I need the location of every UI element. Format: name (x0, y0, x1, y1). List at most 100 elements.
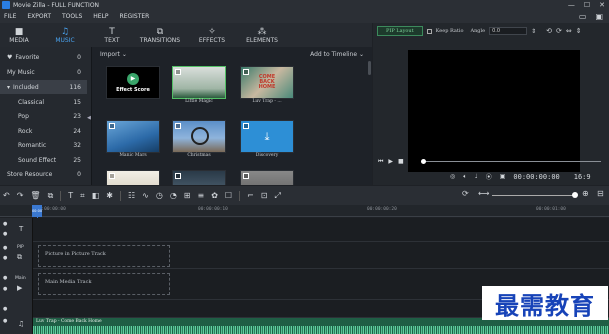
record-icon[interactable]: ⦿ (486, 172, 492, 181)
adjust-icon[interactable]: ☷ (128, 191, 135, 200)
snapshot-tool-icon[interactable]: ⊡ (261, 191, 268, 200)
redo-icon[interactable]: ↷ (17, 191, 24, 200)
stop-icon[interactable]: ■ (398, 158, 404, 165)
copy-icon[interactable]: ⧉ (48, 191, 54, 201)
freeze-icon[interactable]: ✱ (106, 191, 113, 200)
save-icon[interactable]: ▣ (595, 12, 603, 21)
sidebar-item-my-music[interactable]: My Music 0 (0, 65, 87, 79)
sidebar-item-favorite[interactable]: ♥ Favorite 0 (0, 50, 87, 64)
preview-screen[interactable] (408, 50, 580, 172)
lock-icon[interactable]: ● (3, 275, 7, 281)
flip-horizontal-icon[interactable]: ⇔ (566, 27, 572, 35)
angle-input[interactable]: 0.0 (489, 27, 528, 35)
lock-icon[interactable]: ● (3, 306, 7, 312)
music-thumb-row3-1[interactable] (106, 170, 160, 185)
sidebar-item-classical[interactable]: Classical 15 (0, 95, 87, 109)
delete-icon[interactable]: 🗑︎ (30, 191, 40, 200)
seek-handle[interactable] (421, 159, 426, 164)
aspect-ratio[interactable]: 16:9 (574, 173, 591, 181)
music-thumb-little-magic[interactable]: Little Magic (172, 66, 226, 106)
mask-icon[interactable]: ☐ (225, 191, 232, 200)
select-checkbox[interactable] (109, 173, 115, 179)
keep-ratio-checkbox[interactable] (426, 28, 432, 34)
tab-effects[interactable]: ✧ EFFECTS (188, 23, 236, 47)
music-thumb-manic-mars[interactable]: Manic Mars (106, 120, 160, 160)
play-pause-icon[interactable]: ▶ (388, 158, 393, 165)
music-thumb-discovery[interactable]: ⤓ Discovery (240, 120, 294, 160)
menu-file[interactable]: FILE (4, 13, 16, 20)
minimize-icon[interactable]: — (568, 0, 575, 10)
sidebar-item-sound-effect[interactable]: Sound Effect 25 (0, 153, 87, 167)
menu-tools[interactable]: TOOLS (62, 13, 82, 20)
camera-icon[interactable]: ▣ (500, 173, 506, 180)
sidebar-item-included[interactable]: ▾ Included 116 (0, 80, 87, 94)
fit-icon[interactable]: ⤢ (274, 191, 280, 201)
eye-icon[interactable]: ● (3, 286, 7, 292)
zoom-handle[interactable] (572, 192, 578, 198)
tab-elements[interactable]: ⁂ ELEMENTS (236, 23, 288, 47)
rotate-right-icon[interactable]: ⟳ (556, 27, 562, 35)
select-checkbox[interactable] (175, 173, 181, 179)
tab-text[interactable]: T TEXT (92, 23, 132, 47)
music-thumb-row3-2[interactable] (172, 170, 226, 185)
voiceover-icon[interactable]: ≡ (198, 191, 205, 200)
mic-icon[interactable]: ♩ (475, 173, 478, 180)
sidebar-item-pop[interactable]: Pop 23 (0, 109, 87, 123)
select-checkbox[interactable] (175, 123, 181, 129)
crop-frame-icon[interactable]: ⌐ (247, 191, 254, 200)
select-checkbox[interactable] (109, 123, 115, 129)
menu-register[interactable]: REGISTER (120, 13, 150, 20)
undo-icon[interactable]: ↶ (3, 191, 10, 200)
tab-media[interactable]: ■ MEDIA (0, 23, 38, 47)
audio-wave-icon[interactable]: ∿ (142, 191, 149, 200)
close-icon[interactable]: ✕ (599, 0, 605, 10)
music-thumb-christmas[interactable]: Christmas (172, 120, 226, 160)
zoom-slider[interactable] (492, 195, 574, 196)
speed-icon[interactable]: ◔ (170, 191, 177, 200)
sidebar-item-romantic[interactable]: Romantic 32 (0, 138, 87, 152)
eye-icon[interactable]: ● (3, 231, 7, 237)
maximize-icon[interactable]: ☐ (584, 0, 590, 10)
zoom-fit-icon[interactable]: ⟷ (478, 189, 489, 198)
library-scrollbar[interactable] (368, 61, 371, 75)
pip-layout-button[interactable]: PIP Layout (377, 26, 423, 36)
zoom-in-icon[interactable]: ⊕ (582, 189, 589, 198)
prev-frame-icon[interactable]: ⏮ (378, 158, 383, 166)
split-icon[interactable]: ◧ (92, 191, 100, 200)
select-checkbox[interactable] (243, 123, 249, 129)
tab-music[interactable]: ♫ MUSIC (38, 23, 92, 47)
timer-icon[interactable]: ◷ (156, 191, 163, 200)
select-checkbox[interactable] (243, 69, 249, 75)
music-thumb-row3-3[interactable] (240, 170, 294, 185)
flip-vertical-icon[interactable]: ⇕ (576, 27, 582, 35)
lock-icon[interactable]: ● (3, 245, 7, 251)
select-checkbox[interactable] (175, 69, 181, 75)
mosaic-icon[interactable]: ⊞ (184, 191, 191, 200)
settings-icon[interactable]: ⊟ (597, 189, 604, 198)
lock-icon[interactable]: ● (3, 221, 7, 227)
refresh-icon[interactable]: ⟳ (462, 189, 469, 198)
menu-help[interactable]: HELP (93, 13, 108, 20)
menu-export[interactable]: EXPORT (27, 13, 51, 20)
text-track[interactable] (33, 218, 609, 242)
add-text-icon[interactable]: T (68, 191, 73, 200)
select-checkbox[interactable] (243, 173, 249, 179)
music-thumb-luv-trap[interactable]: COME BACK HOME Luv Trap - ... (240, 66, 294, 106)
music-thumb-effect-score[interactable]: ▶ Effect Score (106, 66, 160, 106)
open-folder-icon[interactable]: ▭ (579, 12, 587, 21)
timeline-ruler[interactable]: 00:00:00:00 00:00:00:10 00:00:00:20 00:0… (0, 205, 609, 217)
spin-icon[interactable]: ⇕ (531, 28, 536, 35)
sidebar-item-rock[interactable]: Rock 24 (0, 124, 87, 138)
crop-icon[interactable]: ⌗ (80, 191, 85, 201)
preview-seek-bar[interactable] (421, 161, 601, 162)
add-to-timeline-dropdown[interactable]: Add to Timeline ⌄ (310, 51, 364, 58)
tab-transitions[interactable]: ⧉ TRANSITIONS (132, 23, 188, 47)
effects-tool-icon[interactable]: ✿ (211, 191, 218, 200)
sidebar-item-store-resource[interactable]: Store Resource 0 (0, 167, 87, 181)
rotate-left-icon[interactable]: ⟲ (546, 27, 552, 35)
eye-icon[interactable]: ● (3, 318, 7, 324)
eye-icon[interactable]: ● (3, 255, 7, 261)
import-dropdown[interactable]: Import ⌄ (100, 51, 127, 58)
snapshot-icon[interactable]: ◎ (450, 173, 455, 180)
playhead[interactable]: 00:00 (32, 205, 42, 217)
